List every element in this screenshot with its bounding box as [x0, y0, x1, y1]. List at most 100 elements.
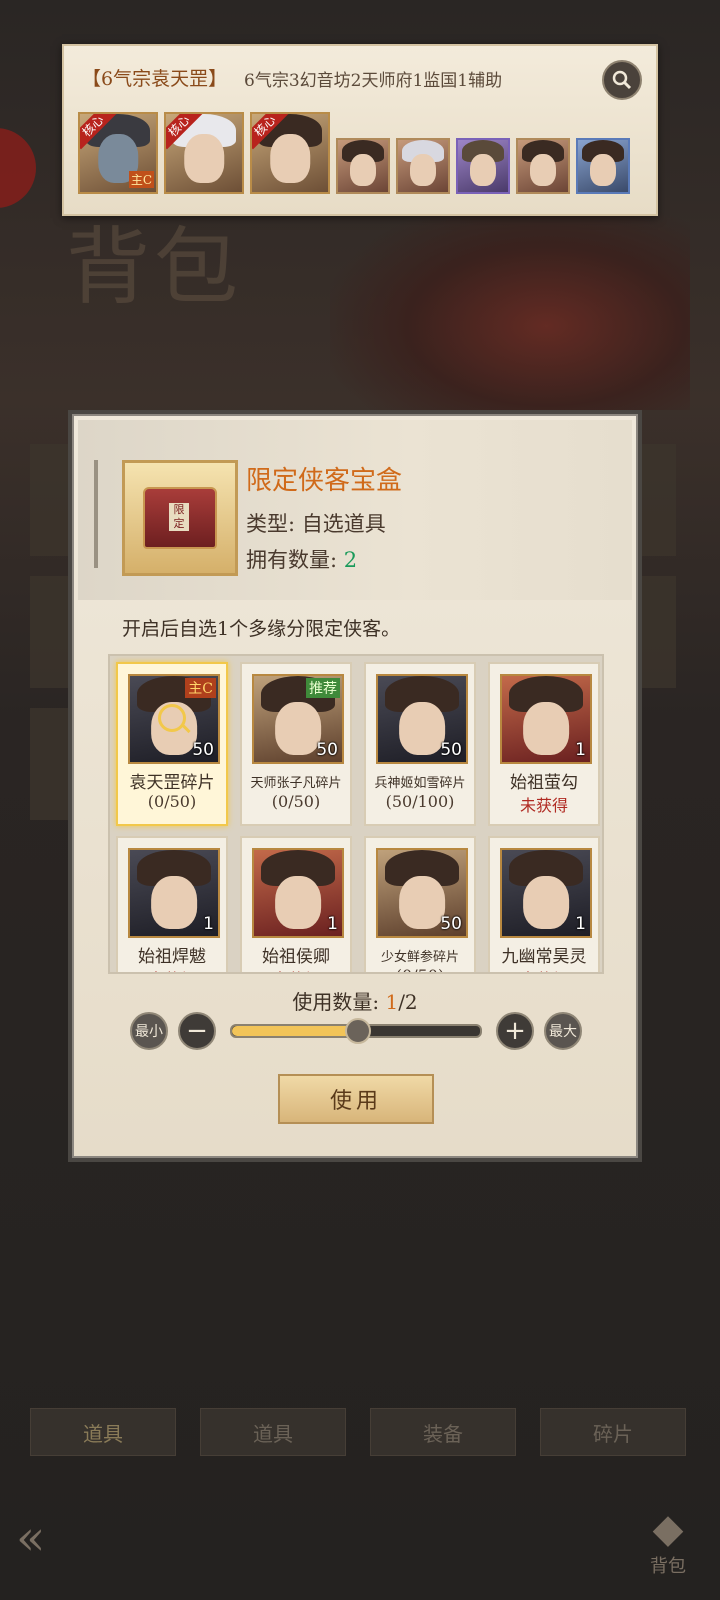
minus-button[interactable]: − — [178, 1012, 216, 1050]
lineup-hero[interactable] — [396, 138, 450, 194]
lineup-hero[interactable] — [576, 138, 630, 194]
hero-face — [523, 701, 569, 756]
fragment-count: 50 — [192, 740, 214, 760]
fragment-count: 50 — [440, 740, 462, 760]
hero-progress: 未获得 — [242, 966, 350, 972]
background-title: 背包 — [66, 218, 243, 316]
hero-name: 始祖焊魃 — [138, 947, 206, 967]
hero-progress: 未获得 — [118, 966, 226, 972]
hero-face — [350, 153, 376, 186]
bag-button[interactable]: ◆ 背包 — [628, 1506, 708, 1586]
hero-face — [410, 153, 436, 186]
background-character — [330, 200, 690, 410]
hero-name: 始祖萤勾 — [510, 773, 578, 793]
hero-badge: 推荐 — [306, 678, 340, 698]
item-header: 限定 限定侠客宝盒 类型: 自选道具 拥有数量: 2 — [78, 420, 632, 600]
plus-button[interactable]: + — [496, 1012, 534, 1050]
max-button[interactable]: 最大 — [544, 1012, 582, 1050]
hero-name: 始祖侯卿 — [262, 947, 330, 967]
header-divider — [94, 460, 98, 568]
fragment-count: 1 — [575, 740, 586, 760]
fragment-count: 1 — [327, 914, 338, 934]
hero-face — [270, 134, 310, 183]
bag-slot — [30, 576, 74, 688]
hero-portrait: 1 — [252, 848, 344, 938]
bag-slot — [30, 444, 74, 556]
lineup-hero[interactable] — [516, 138, 570, 194]
hero-face — [590, 153, 616, 186]
hero-portrait: 推荐 50 — [252, 674, 344, 764]
use-quantity-total: /2 — [398, 990, 418, 1014]
chest-label: 限定 — [169, 503, 189, 531]
item-dialog: 限定 限定侠客宝盒 类型: 自选道具 拥有数量: 2 开启后自选1个多缘分限定侠… — [72, 414, 638, 1158]
tab-items-2[interactable]: 道具 — [200, 1408, 346, 1456]
tab-fragments[interactable]: 碎片 — [540, 1408, 686, 1456]
hero-progress: (0/50) — [271, 792, 321, 811]
lineup-hero[interactable] — [336, 138, 390, 194]
lineup-hero[interactable] — [456, 138, 510, 194]
hero-progress: (0/50) — [366, 966, 474, 972]
bag-slot — [30, 708, 74, 820]
hero-face — [275, 701, 321, 756]
item-name: 限定侠客宝盒 — [246, 466, 403, 496]
hero-choice-grid[interactable]: 主C 50 袁天罡碎片 (0/50) 推荐 50 天师张子凡碎片 (0/50) 50 兵神姬如雪碎… — [108, 654, 604, 974]
hero-face — [530, 153, 556, 186]
hero-choice-card[interactable]: 推荐 50 天师张子凡碎片 (0/50) — [240, 662, 352, 826]
hero-name: 九幽常昊灵 — [501, 947, 587, 967]
hero-face — [184, 134, 224, 183]
lineup-heroes: 核心 主C 核心 核心 — [78, 112, 630, 194]
hero-portrait: 1 — [500, 848, 592, 938]
slider-thumb[interactable] — [345, 1018, 371, 1044]
magnifier-icon[interactable] — [158, 704, 186, 732]
quantity-slider[interactable] — [230, 1018, 482, 1044]
hero-portrait: 50 — [376, 848, 468, 938]
hero-portrait: 主C 50 — [128, 674, 220, 764]
hero-name: 少女鲜参碎片 — [380, 950, 459, 965]
hero-face — [523, 875, 569, 930]
item-owned: 拥有数量: 2 — [246, 544, 357, 574]
hero-choice-card[interactable]: 1 九幽常昊灵未获得 — [488, 836, 600, 972]
lineup-hero[interactable]: 核心 — [164, 112, 244, 194]
slider-fill — [232, 1026, 356, 1036]
back-arrow-icon[interactable]: « — [16, 1510, 96, 1580]
treasure-chest-icon: 限定 — [143, 487, 217, 549]
hero-name: 天师张子凡碎片 — [250, 776, 342, 791]
hero-face — [151, 875, 197, 930]
hero-choice-card[interactable]: 1 始祖萤勾 未获得 — [488, 662, 600, 826]
min-button[interactable]: 最小 — [130, 1012, 168, 1050]
search-button[interactable] — [602, 60, 642, 100]
lineup-description: 6气宗3幻音坊2天师府1监国1辅助 — [244, 71, 503, 91]
hero-face — [470, 153, 496, 186]
owned-label: 拥有数量: — [246, 548, 344, 572]
hero-choice-card[interactable]: 1 始祖侯卿未获得 — [240, 836, 352, 972]
hero-choice-card[interactable]: 50 少女鲜参碎片(0/50) — [364, 836, 476, 972]
fragment-count: 50 — [316, 740, 338, 760]
main-carry-tag: 主C — [128, 171, 154, 188]
lineup-hero[interactable]: 核心 主C — [78, 112, 158, 194]
use-button[interactable]: 使用 — [278, 1074, 434, 1124]
hero-choice-card[interactable]: 50 兵神姬如雪碎片 (50/100) — [364, 662, 476, 826]
hero-face — [399, 875, 445, 930]
hero-progress: 未获得 — [490, 966, 598, 972]
hero-choice-card[interactable]: 主C 50 袁天罡碎片 (0/50) — [116, 662, 228, 826]
hero-progress: (50/100) — [385, 792, 455, 811]
use-quantity-label: 使用数量: — [292, 990, 380, 1014]
hero-face — [275, 875, 321, 930]
item-description: 开启后自选1个多缘分限定侠客。 — [122, 618, 401, 640]
tab-equipment[interactable]: 装备 — [370, 1408, 516, 1456]
bag-icon: ◆ — [652, 1506, 684, 1552]
hero-portrait: 1 — [128, 848, 220, 938]
bag-label: 背包 — [650, 1556, 686, 1577]
item-type: 类型: 自选道具 — [246, 512, 386, 536]
use-quantity: 使用数量: 1/2 — [74, 986, 636, 1015]
hero-badge: 主C — [185, 678, 216, 698]
item-icon: 限定 — [122, 460, 238, 576]
hero-choice-card[interactable]: 1 始祖焊魃未获得 — [116, 836, 228, 972]
lineup-hero[interactable]: 核心 — [250, 112, 330, 194]
fragment-count: 50 — [440, 914, 462, 934]
search-icon — [612, 70, 632, 90]
tab-items[interactable]: 道具 — [30, 1408, 176, 1456]
hero-portrait: 50 — [376, 674, 468, 764]
owned-count: 2 — [343, 548, 358, 572]
lineup-banner: 【6气宗袁天罡】 6气宗3幻音坊2天师府1监国1辅助 核心 主C 核心 核心 — [62, 44, 658, 216]
